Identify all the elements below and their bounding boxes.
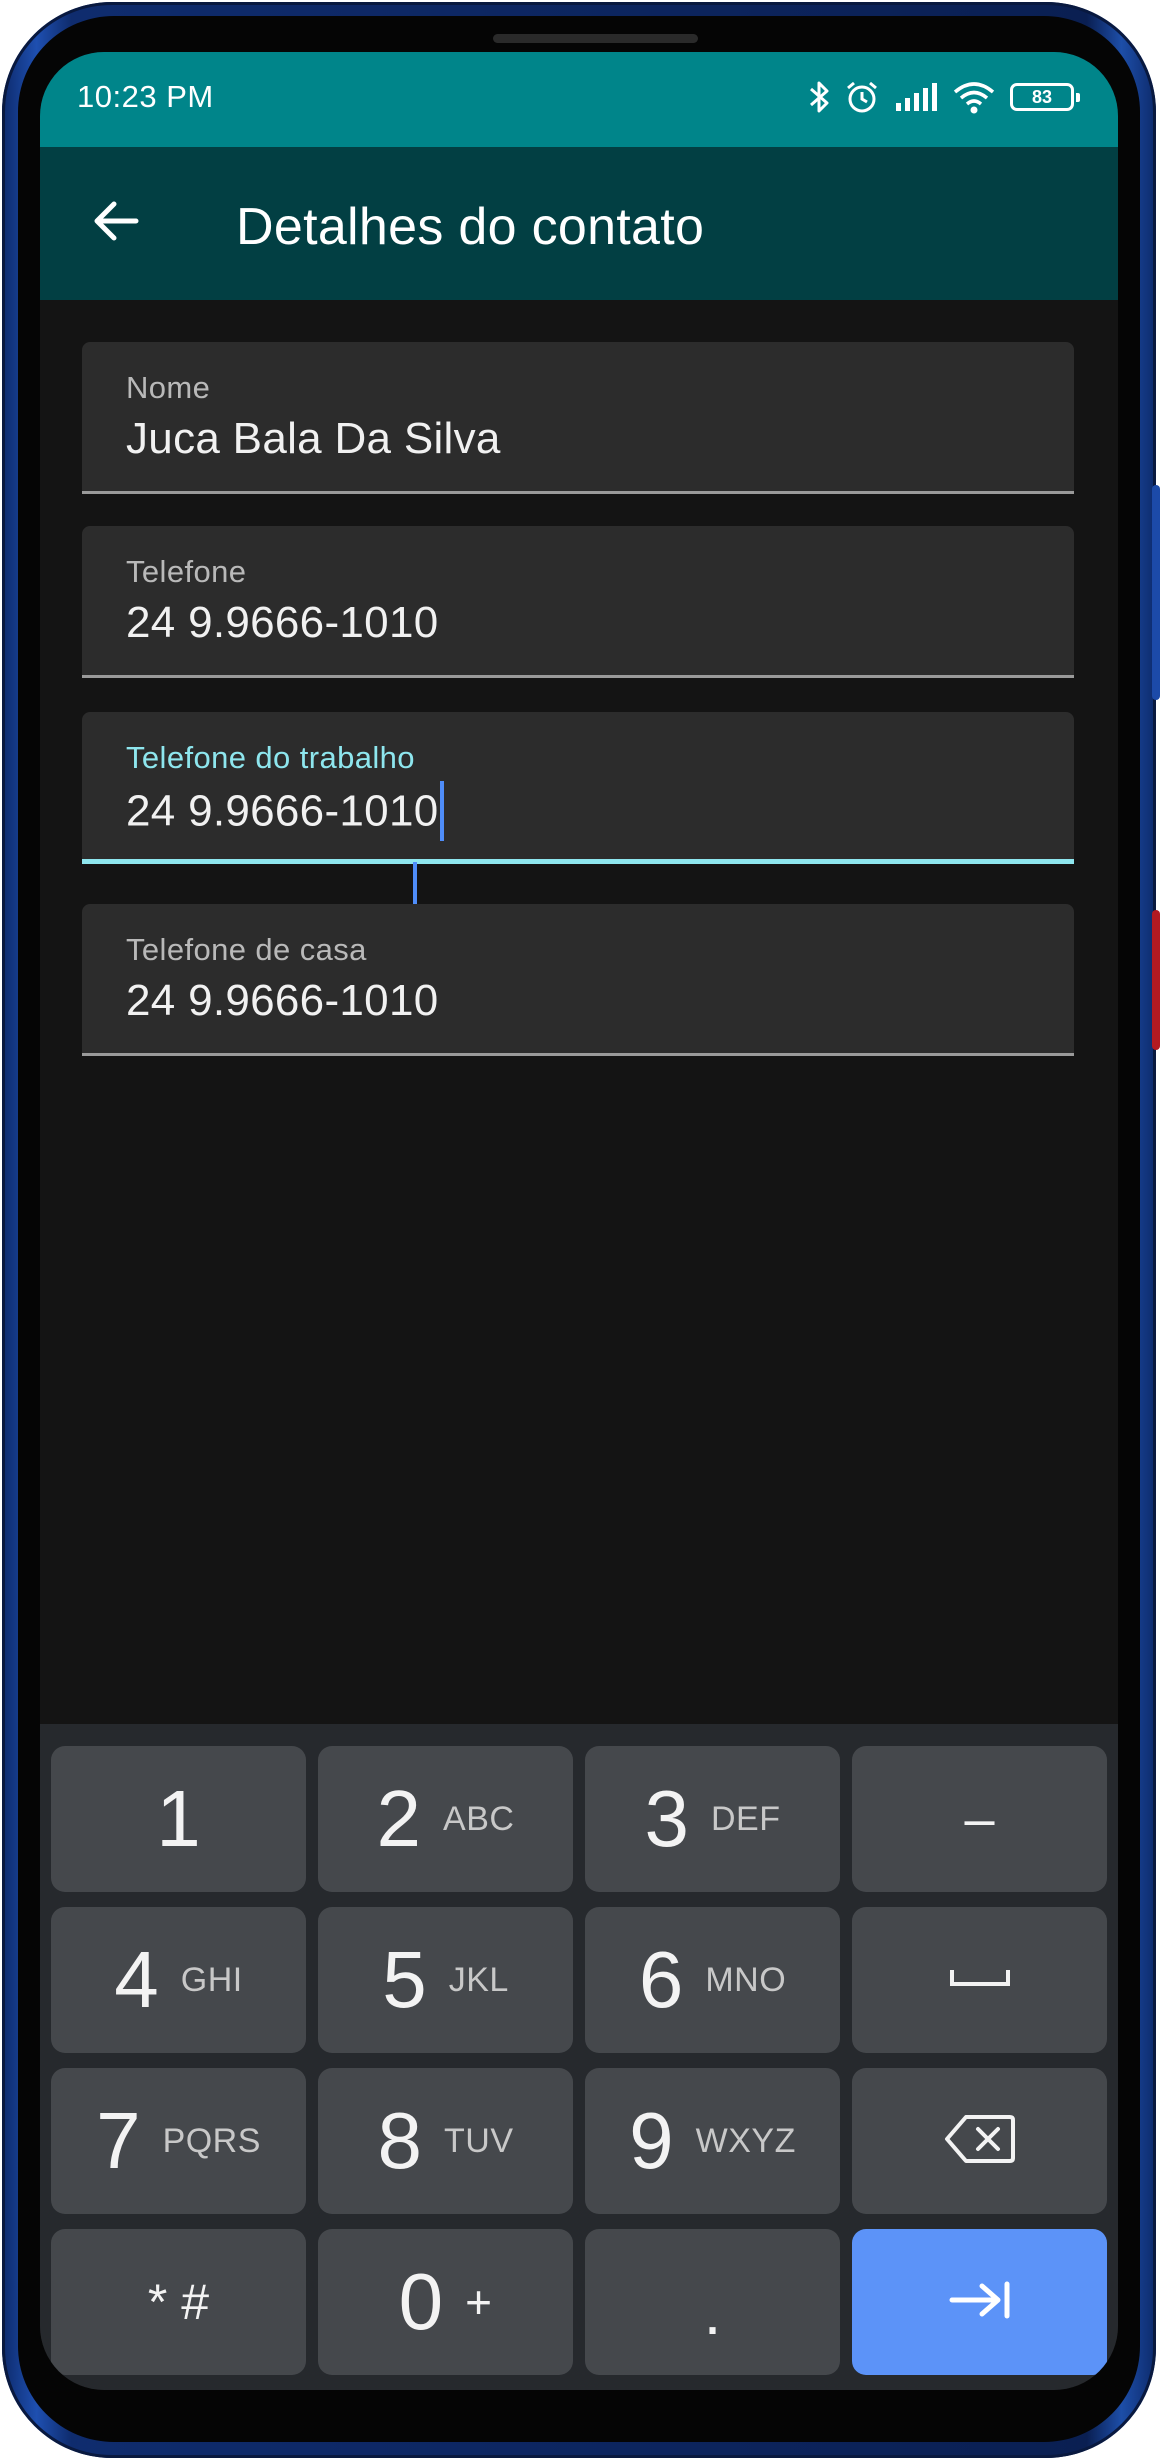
dash-symbol: – [964,1789,995,1849]
key-digit: 2 [376,1774,422,1863]
key-digit: 5 [382,1935,427,2024]
phone-field[interactable]: Telefone 24 9.9666-1010 [82,526,1074,678]
work-phone-field-value: 24 9.9666-1010 [126,786,439,836]
work-phone-field-label: Telefone do trabalho [126,740,415,775]
home-phone-field[interactable]: Telefone de casa 24 9.9666-1010 [82,904,1074,1056]
work-phone-field-value-wrap: 24 9.9666-1010 [126,781,445,844]
volume-button [1152,485,1160,700]
alarm-icon [844,79,880,115]
home-phone-field-value: 24 9.9666-1010 [126,976,439,1025]
work-phone-field[interactable]: Telefone do trabalho 24 9.9666-1010 [82,712,1074,864]
key-letters: DEF [711,1799,781,1838]
name-field-value: Juca Bala Da Silva [126,414,501,463]
bluetooth-icon [808,79,830,115]
key-digit: 7 [96,2096,141,2185]
key-star-hash[interactable]: * # [51,2229,306,2375]
key-letters: + [465,2276,493,2328]
battery-level: 83 [1031,86,1053,107]
battery-icon: 83 [1010,83,1080,111]
key-dash[interactable]: – [852,1746,1107,1892]
backspace-icon [944,2113,1016,2170]
status-time: 10:23 PM [77,79,214,114]
status-icons: 83 [808,74,1080,120]
status-bar: 10:23 PM 83 [40,52,1118,147]
name-field-label: Nome [126,370,211,405]
key-8[interactable]: 8 TUV [318,2068,573,2214]
phone-field-label: Telefone [126,554,247,589]
key-digit: 6 [638,1935,684,2024]
key-dot[interactable]: . [585,2229,840,2375]
name-field[interactable]: Nome Juca Bala Da Silva [82,342,1074,494]
key-digit: 3 [644,1774,690,1863]
text-cursor [440,781,445,841]
key-digit: 9 [629,2096,674,2185]
screen: 10:23 PM 83 Detalhes do contato Nome Juc… [40,52,1118,2390]
page-title: Detalhes do contato [236,198,705,256]
key-backspace[interactable] [852,2068,1107,2214]
key-digit: * # [147,2274,210,2330]
power-button [1152,910,1160,1050]
signal-icon [894,81,938,113]
wifi-icon [952,80,996,114]
key-space[interactable] [852,1907,1107,2053]
key-letters: PQRS [162,2121,261,2160]
back-button[interactable] [80,187,152,259]
key-5[interactable]: 5 JKL [318,1907,573,2053]
key-digit: 8 [377,2096,423,2185]
key-7[interactable]: 7 PQRS [51,2068,306,2214]
key-0[interactable]: 0 + [318,2229,573,2375]
key-digit: 1 [156,1774,201,1863]
key-letters: GHI [180,1960,243,1999]
key-next[interactable] [852,2229,1107,2375]
key-2[interactable]: 2 ABC [318,1746,573,1892]
key-4[interactable]: 4 GHI [51,1907,306,2053]
key-letters: MNO [705,1960,787,1999]
key-letters: TUV [444,2121,514,2160]
app-bar: Detalhes do contato [40,147,1118,300]
key-9[interactable]: 9 WXYZ [585,2068,840,2214]
space-icon [948,1966,1012,1995]
key-letters: ABC [443,1799,515,1838]
home-phone-field-label: Telefone de casa [126,932,367,967]
tab-next-icon [948,2280,1012,2325]
key-6[interactable]: 6 MNO [585,1907,840,2053]
phone-field-value: 24 9.9666-1010 [126,598,439,647]
key-digit: . [703,2276,722,2348]
numeric-keyboard: 1 2 ABC 3 DEF – 4 GHI 5 JKL 6 MNO 7 PQRS… [40,1724,1118,2390]
key-3[interactable]: 3 DEF [585,1746,840,1892]
key-1[interactable]: 1 [51,1746,306,1892]
key-letters: JKL [448,1960,509,1999]
arrow-back-icon [92,199,140,248]
key-digit: 4 [114,1935,159,2024]
key-letters: WXYZ [695,2121,796,2160]
earpiece-speaker [493,34,698,43]
key-digit: 0 [398,2257,444,2346]
